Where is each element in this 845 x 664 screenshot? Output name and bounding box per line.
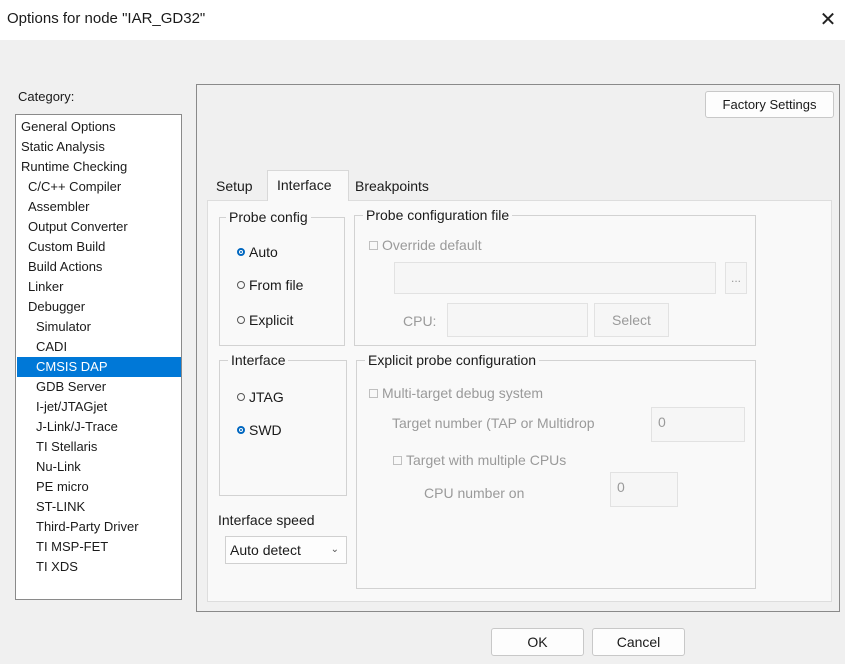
factory-settings-button[interactable]: Factory Settings	[705, 91, 834, 118]
tab-interface[interactable]: Interface	[267, 170, 349, 201]
category-item-ti-stellaris[interactable]: TI Stellaris	[17, 437, 181, 457]
window-title: Options for node "IAR_GD32"	[7, 10, 206, 27]
cpu-number-label: CPU number on	[424, 485, 525, 501]
cancel-button[interactable]: Cancel	[592, 628, 685, 656]
tab-setup[interactable]: Setup	[208, 172, 261, 201]
radio-selected-icon	[237, 426, 245, 434]
interface-speed-label: Interface speed	[218, 512, 315, 528]
radio-swd[interactable]: SWD	[237, 422, 282, 438]
interface-title: Interface	[228, 352, 289, 368]
radio-explicit[interactable]: Explicit	[237, 312, 293, 328]
category-item-ti-xds[interactable]: TI XDS	[17, 557, 181, 577]
target-number-input[interactable]: 0	[651, 407, 745, 442]
explicit-probe-title: Explicit probe configuration	[365, 352, 540, 368]
category-item-output-converter[interactable]: Output Converter	[17, 217, 181, 237]
category-item-linker[interactable]: Linker	[17, 277, 181, 297]
category-item-gdb-server[interactable]: GDB Server	[17, 377, 181, 397]
category-item-custom-build[interactable]: Custom Build	[17, 237, 181, 257]
cpu-number-input[interactable]: 0	[610, 472, 678, 507]
select-button[interactable]: Select	[594, 303, 669, 337]
category-item-build-actions[interactable]: Build Actions	[17, 257, 181, 277]
interface-speed-select[interactable]: Auto detect ⌄	[225, 536, 347, 564]
category-item-general-options[interactable]: General Options	[17, 117, 181, 137]
checkbox-icon	[369, 241, 378, 250]
probe-config-title: Probe config	[226, 209, 311, 225]
radio-jtag[interactable]: JTAG	[237, 389, 284, 405]
cpu-label: CPU:	[403, 313, 437, 329]
category-item-ti-msp-fet[interactable]: TI MSP-FET	[17, 537, 181, 557]
category-item-nu-link[interactable]: Nu-Link	[17, 457, 181, 477]
category-label: Category:	[18, 89, 75, 104]
category-item-static-analysis[interactable]: Static Analysis	[17, 137, 181, 157]
browse-button[interactable]: ...	[725, 262, 747, 294]
category-item-simulator[interactable]: Simulator	[17, 317, 181, 337]
multiple-cpus-checkbox[interactable]: Target with multiple CPUs	[393, 452, 566, 468]
radio-from-file[interactable]: From file	[237, 277, 303, 293]
category-item-st-link[interactable]: ST-LINK	[17, 497, 181, 517]
tab-breakpoints[interactable]: Breakpoints	[347, 172, 437, 201]
category-item-assembler[interactable]: Assembler	[17, 197, 181, 217]
category-item-pe-micro[interactable]: PE micro	[17, 477, 181, 497]
cpu-input[interactable]	[447, 303, 588, 337]
radio-icon	[237, 393, 245, 401]
category-list[interactable]: General Options Static Analysis Runtime …	[15, 114, 182, 600]
override-default-checkbox[interactable]: Override default	[369, 237, 482, 253]
checkbox-icon	[369, 389, 378, 398]
radio-icon	[237, 281, 245, 289]
category-item-runtime-checking[interactable]: Runtime Checking	[17, 157, 181, 177]
probe-file-path-input[interactable]	[394, 262, 716, 294]
category-item-cmsis-dap[interactable]: CMSIS DAP	[17, 357, 181, 377]
target-number-label: Target number (TAP or Multidrop	[392, 415, 595, 431]
category-item-c-cpp-compiler[interactable]: C/C++ Compiler	[17, 177, 181, 197]
probe-config-file-title: Probe configuration file	[363, 207, 513, 223]
ok-button[interactable]: OK	[491, 628, 584, 656]
radio-selected-icon	[237, 248, 245, 256]
category-item-debugger[interactable]: Debugger	[17, 297, 181, 317]
multi-target-checkbox[interactable]: Multi-target debug system	[369, 385, 543, 401]
close-icon[interactable]: ✕	[812, 6, 844, 34]
checkbox-icon	[393, 456, 402, 465]
chevron-down-icon: ⌄	[330, 544, 339, 555]
radio-auto[interactable]: Auto	[237, 244, 278, 260]
radio-icon	[237, 316, 245, 324]
category-item-i-jet[interactable]: I-jet/JTAGjet	[17, 397, 181, 417]
category-item-cadi[interactable]: CADI	[17, 337, 181, 357]
category-item-third-party-driver[interactable]: Third-Party Driver	[17, 517, 181, 537]
category-item-j-link[interactable]: J-Link/J-Trace	[17, 417, 181, 437]
